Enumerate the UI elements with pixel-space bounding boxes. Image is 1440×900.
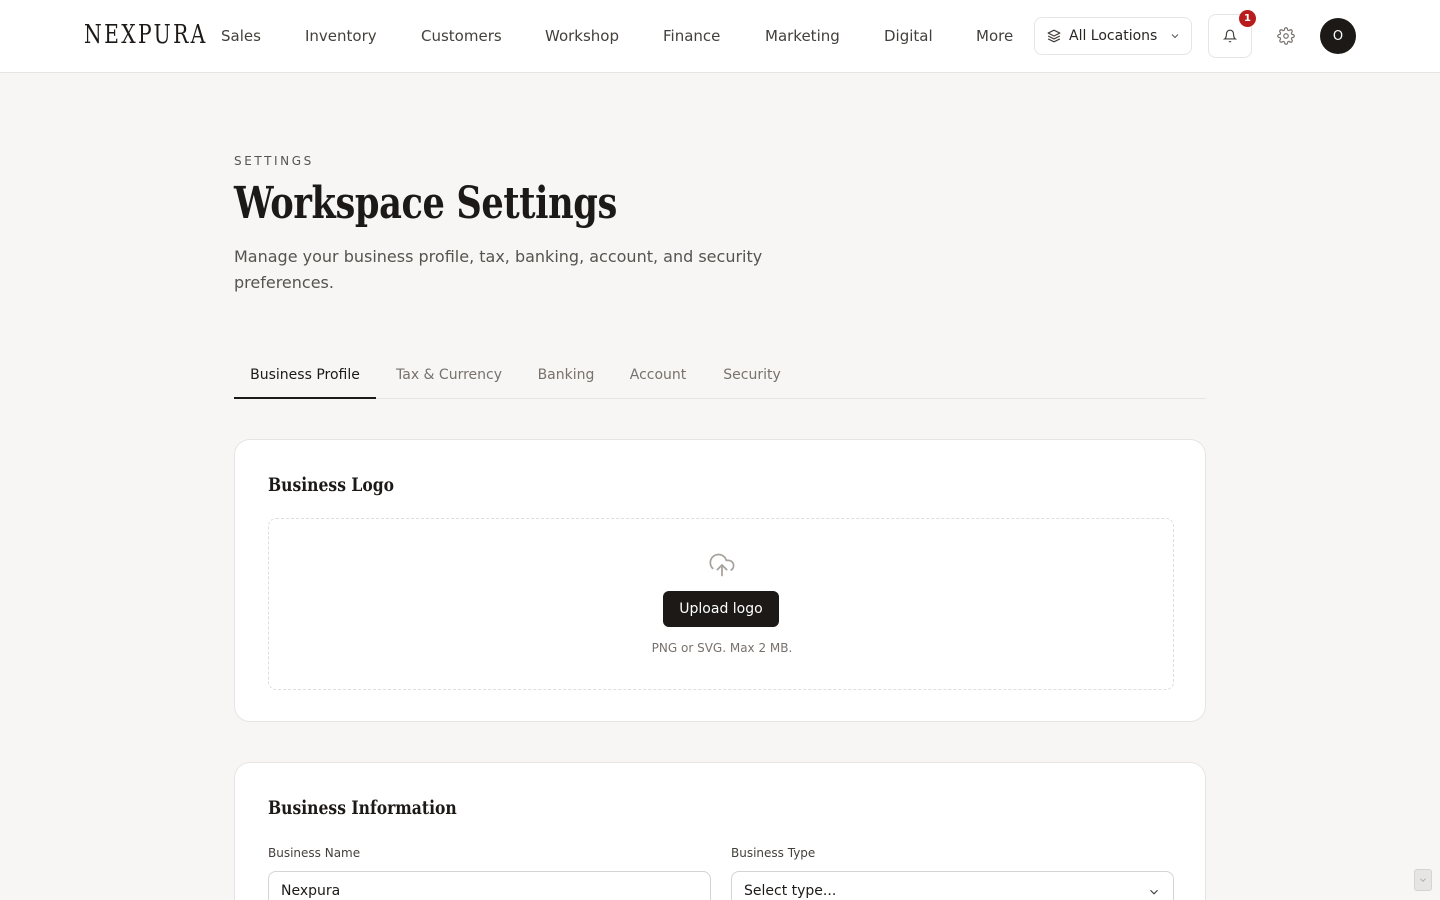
upload-cloud-icon: [708, 551, 736, 579]
brand-logo[interactable]: NEXPURA: [84, 18, 208, 52]
layers-icon: [1047, 29, 1061, 43]
nav-item-sales[interactable]: Sales: [221, 24, 261, 48]
nav-item-digital[interactable]: Digital: [884, 24, 933, 48]
tab-security[interactable]: Security: [712, 352, 792, 399]
chevron-down-icon: [1169, 30, 1181, 42]
upload-hint: PNG or SVG. Max 2 MB.: [651, 641, 793, 655]
location-label: All Locations: [1069, 28, 1158, 44]
upload-logo-button[interactable]: Upload logo: [663, 591, 779, 627]
page-description: Manage your business profile, tax, banki…: [234, 247, 763, 292]
business-logo-title: Business Logo: [268, 474, 395, 496]
business-information-title: Business Information: [268, 797, 457, 819]
business-type-label: Business Type: [731, 846, 816, 860]
business-information-card: Business Information Business Name Busin…: [234, 762, 1206, 900]
notification-badge: 1: [1239, 10, 1256, 27]
business-logo-card: Business Logo Upload logo PNG or SVG. Ma…: [234, 439, 1206, 722]
bell-icon: [1223, 29, 1237, 43]
location-selector[interactable]: All Locations: [1034, 17, 1192, 55]
top-navigation-bar: NEXPURA Sales Inventory Customers Worksh…: [0, 0, 1440, 73]
logo-dropzone[interactable]: Upload logo PNG or SVG. Max 2 MB.: [268, 518, 1174, 690]
settings-tabs: Business Profile Tax & Currency Banking …: [234, 352, 1206, 399]
nav-item-workshop[interactable]: Workshop: [545, 24, 619, 48]
user-avatar[interactable]: O: [1320, 18, 1356, 54]
tab-account[interactable]: Account: [620, 352, 696, 399]
business-type-placeholder: Select type...: [744, 883, 837, 899]
nav-item-finance[interactable]: Finance: [663, 24, 720, 48]
chevron-down-icon: [1147, 885, 1161, 899]
tab-tax-currency[interactable]: Tax & Currency: [384, 352, 514, 399]
nav-item-customers[interactable]: Customers: [421, 24, 502, 48]
business-name-input[interactable]: [268, 871, 711, 900]
chevron-down-icon: [1418, 875, 1428, 885]
gear-icon: [1277, 27, 1295, 45]
tab-business-profile[interactable]: Business Profile: [234, 352, 376, 399]
scroll-down-button[interactable]: [1414, 869, 1432, 891]
page-eyebrow: SETTINGS: [234, 154, 314, 168]
page-title: Workspace Settings: [234, 178, 617, 229]
business-name-label: Business Name: [268, 846, 361, 860]
nav-item-marketing[interactable]: Marketing: [765, 24, 840, 48]
nav-item-inventory[interactable]: Inventory: [305, 24, 377, 48]
settings-button[interactable]: [1272, 22, 1300, 50]
nav-item-more[interactable]: More: [976, 24, 1013, 48]
tab-banking[interactable]: Banking: [528, 352, 604, 399]
business-type-select[interactable]: Select type...: [731, 871, 1174, 900]
